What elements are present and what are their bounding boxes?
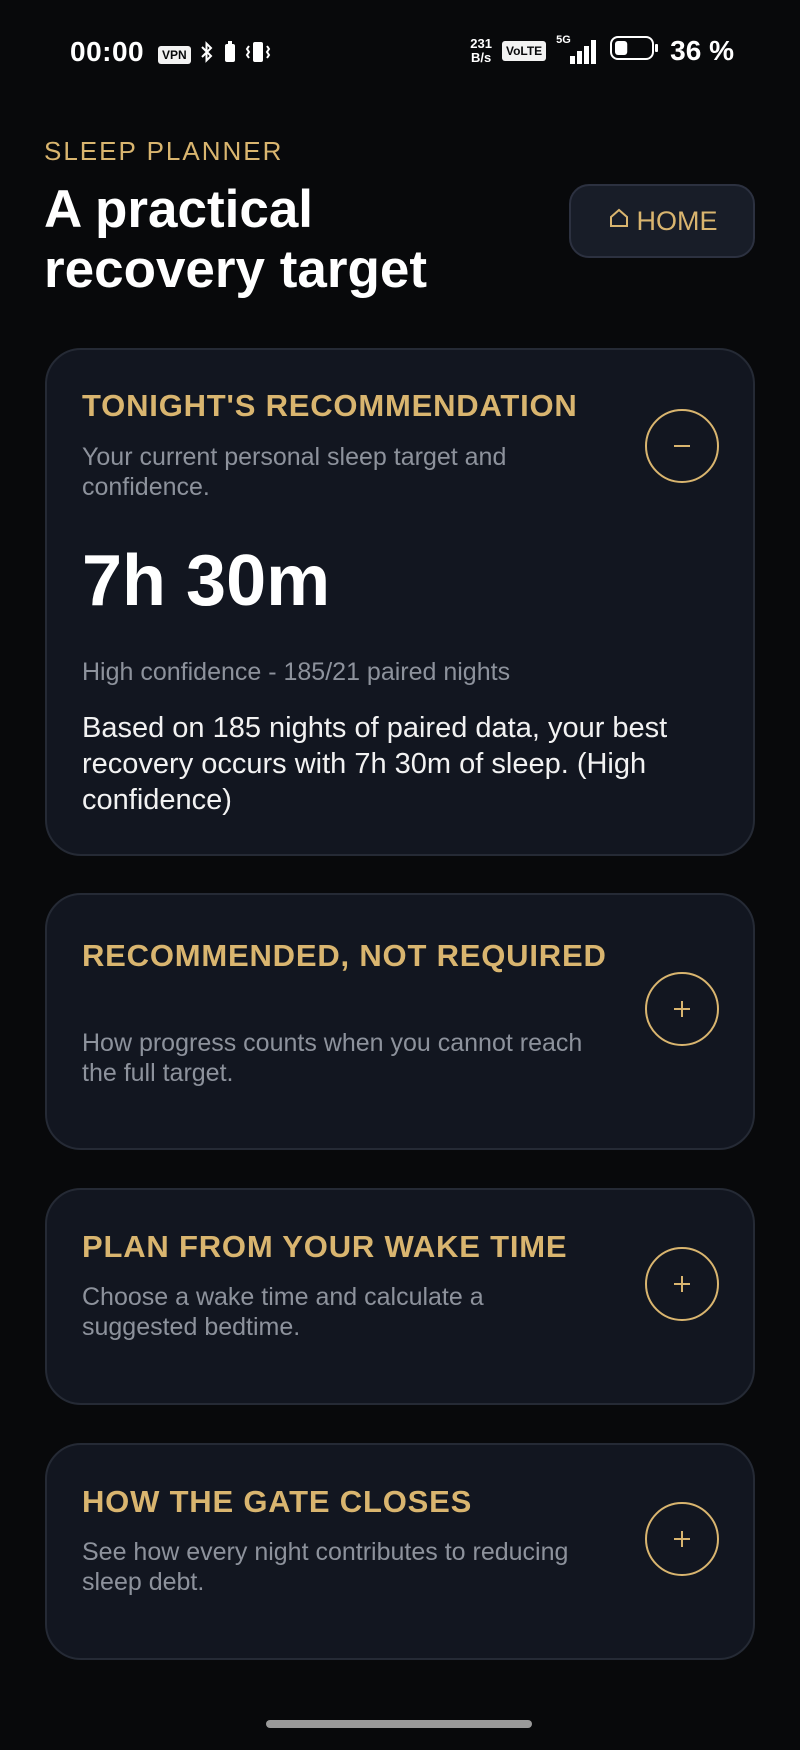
collapse-button[interactable] <box>645 409 719 483</box>
net-speed: 231 B/s <box>470 35 492 65</box>
expand-button[interactable] <box>645 1247 719 1321</box>
card-title[interactable]: RECOMMENDED, NOT REQUIRED <box>82 937 642 975</box>
page-title: A practical recovery target <box>44 180 427 299</box>
home-indicator-bar[interactable] <box>266 1720 532 1728</box>
net-speed-value: 231 <box>470 35 492 51</box>
card-subtitle: Choose a wake time and calculate a sugge… <box>82 1283 484 1341</box>
signal-5g-icon: 5G <box>556 34 600 66</box>
plus-icon <box>674 1001 690 1017</box>
status-left-icons: VPN <box>158 40 271 69</box>
minus-icon <box>674 445 690 447</box>
battery-saver-icon <box>223 40 237 69</box>
card-title[interactable]: HOW THE GATE CLOSES <box>82 1483 642 1521</box>
expand-button[interactable] <box>645 972 719 1046</box>
card-subtitle: Your current personal sleep target and c… <box>82 443 507 501</box>
status-bar: 00:00 VPN 231 B/s VoLTE 5G 36 % <box>0 0 800 100</box>
card-tonights-recommendation: TONIGHT'S RECOMMENDATION Your current pe… <box>45 348 755 856</box>
net-speed-unit: B/s <box>470 49 492 65</box>
card-recommended-not-required[interactable]: RECOMMENDED, NOT REQUIRED How progress c… <box>45 893 755 1150</box>
battery-icon <box>610 34 660 67</box>
home-button[interactable]: HOME <box>569 184 755 258</box>
status-right-icons: 231 B/s VoLTE 5G 36 % <box>470 34 734 67</box>
card-subtitle: How progress counts when you cannot reac… <box>82 1029 583 1087</box>
bluetooth-icon <box>199 41 215 68</box>
vibrate-icon <box>245 40 271 69</box>
expand-button[interactable] <box>645 1502 719 1576</box>
battery-percent: 36 % <box>670 34 734 66</box>
card-plan-from-wake-time[interactable]: PLAN FROM YOUR WAKE TIME Choose a wake t… <box>45 1188 755 1405</box>
card-subtitle: See how every night contributes to reduc… <box>82 1538 569 1596</box>
card-title[interactable]: TONIGHT'S RECOMMENDATION <box>82 387 642 425</box>
status-time: 00:00 <box>70 36 145 67</box>
home-icon <box>607 206 631 237</box>
volte-badge: VoLTE <box>501 40 547 61</box>
sleep-target-value: 7h 30m <box>82 541 331 621</box>
vpn-badge: VPN <box>158 45 191 64</box>
recommendation-explanation: Based on 185 nights of paired data, your… <box>82 712 668 816</box>
card-title[interactable]: PLAN FROM YOUR WAKE TIME <box>82 1228 682 1266</box>
section-eyebrow: SLEEP PLANNER <box>44 136 284 166</box>
confidence-text: High confidence - 185/21 paired nights <box>82 658 511 686</box>
plus-icon <box>674 1531 690 1547</box>
card-how-the-gate-closes[interactable]: HOW THE GATE CLOSES See how every night … <box>45 1443 755 1660</box>
plus-icon <box>674 1276 690 1292</box>
home-button-label: HOME <box>636 205 718 236</box>
